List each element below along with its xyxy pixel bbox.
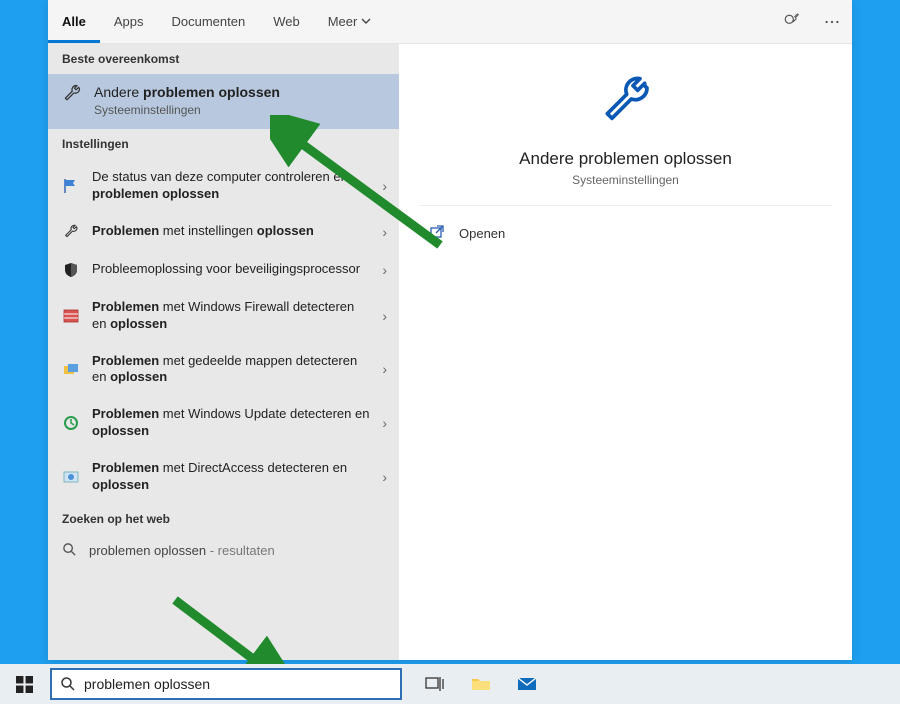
preview-title: Andere problemen oplossen (519, 149, 732, 169)
folder-icon (471, 676, 491, 692)
chevron-right-icon: › (382, 178, 387, 194)
best-match-subtitle: Systeeminstellingen (94, 103, 280, 117)
firewall-icon (62, 307, 80, 325)
windows-update-icon (62, 414, 80, 432)
settings-result[interactable]: Problemen met Windows Firewall detectere… (48, 289, 399, 343)
best-match-title: Andere problemen oplossen (94, 84, 280, 100)
open-action[interactable]: Openen (399, 206, 852, 261)
settings-result[interactable]: Probleemoplossing voor beveiligingsproce… (48, 251, 399, 289)
task-view-icon (425, 676, 445, 692)
chevron-right-icon: › (382, 308, 387, 324)
preview-panel: Andere problemen oplossen Systeeminstell… (399, 44, 852, 660)
more-options-icon[interactable] (812, 13, 852, 31)
settings-result[interactable]: Problemen met Windows Update detecteren … (48, 396, 399, 450)
chevron-right-icon: › (382, 224, 387, 240)
search-input[interactable] (84, 676, 392, 692)
chevron-right-icon: › (382, 415, 387, 431)
start-button[interactable] (0, 664, 48, 704)
directaccess-icon (62, 468, 80, 486)
search-icon (62, 542, 77, 560)
mail-button[interactable] (504, 664, 550, 704)
tab-all[interactable]: Alle (48, 0, 100, 43)
taskbar-search-box[interactable] (50, 668, 402, 700)
settings-result[interactable]: Problemen met instellingen oplossen › (48, 213, 399, 251)
filter-tabs: Alle Apps Documenten Web Meer (48, 0, 852, 44)
chevron-down-icon (361, 14, 371, 29)
settings-result[interactable]: Problemen met gedeelde mappen detecteren… (48, 343, 399, 397)
best-match-result[interactable]: Andere problemen oplossen Systeeminstell… (48, 74, 399, 129)
wrench-icon (598, 74, 654, 135)
web-search-header: Zoeken op het web (48, 504, 399, 534)
tab-documents[interactable]: Documenten (157, 0, 259, 43)
settings-result[interactable]: Problemen met DirectAccess detecteren en… (48, 450, 399, 504)
search-flyout: Alle Apps Documenten Web Meer Beste over… (48, 0, 852, 660)
chevron-right-icon: › (382, 469, 387, 485)
tab-web[interactable]: Web (259, 0, 314, 43)
wrench-icon (62, 223, 80, 241)
chevron-right-icon: › (382, 262, 387, 278)
file-explorer-button[interactable] (458, 664, 504, 704)
shield-icon (62, 261, 80, 279)
web-search-result[interactable]: problemen oplossen - resultaten (48, 534, 399, 568)
windows-logo-icon (16, 676, 33, 693)
settings-header: Instellingen (48, 129, 399, 159)
best-match-header: Beste overeenkomst (48, 44, 399, 74)
tab-more[interactable]: Meer (314, 0, 386, 43)
wrench-icon (62, 84, 82, 104)
settings-result[interactable]: De status van deze computer controleren … (48, 159, 399, 213)
preview-subtitle: Systeeminstellingen (572, 173, 679, 187)
flag-icon (62, 177, 80, 195)
open-icon (429, 224, 445, 243)
taskbar (0, 664, 900, 704)
feedback-icon[interactable] (772, 13, 812, 31)
mail-icon (517, 676, 537, 692)
tab-apps[interactable]: Apps (100, 0, 158, 43)
search-icon (60, 676, 76, 692)
shared-folders-icon (62, 360, 80, 378)
results-panel: Beste overeenkomst Andere problemen oplo… (48, 44, 399, 660)
chevron-right-icon: › (382, 361, 387, 377)
task-view-button[interactable] (412, 664, 458, 704)
